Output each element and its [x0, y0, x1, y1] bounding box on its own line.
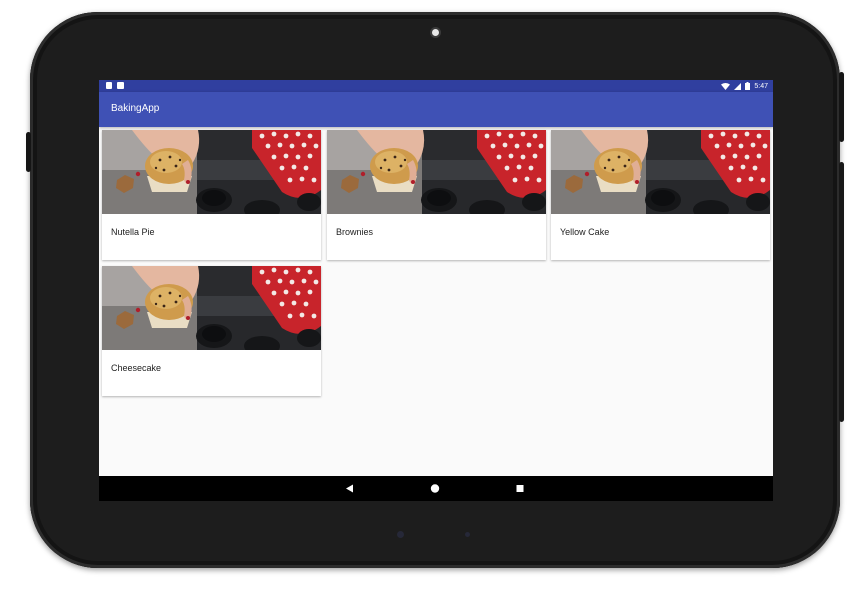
status-right-icons: 5:47	[721, 81, 768, 91]
recipe-image	[102, 266, 321, 350]
recipe-image	[327, 130, 546, 214]
navigation-bar	[99, 476, 773, 501]
sensor-left	[397, 531, 404, 538]
volume-button	[26, 132, 31, 172]
status-bar: 5:47	[99, 80, 773, 92]
recipe-card[interactable]: Yellow Cake	[551, 130, 770, 260]
status-time: 5:47	[754, 82, 768, 90]
sensor-right	[465, 532, 470, 537]
recipe-name: Cheesecake	[111, 363, 162, 373]
front-camera	[432, 29, 439, 36]
recipe-card[interactable]: Brownies	[327, 130, 546, 260]
muffin-photo	[551, 130, 770, 214]
recipe-name: Yellow Cake	[560, 227, 610, 237]
battery-icon	[745, 82, 751, 90]
muffin-photo	[327, 130, 546, 214]
recipe-card[interactable]: Cheesecake	[102, 266, 321, 396]
app-title: BakingApp	[111, 103, 160, 114]
recipe-name: Brownies	[336, 227, 374, 237]
muffin-photo	[102, 266, 321, 350]
recipe-image	[551, 130, 770, 214]
home-icon	[430, 484, 440, 493]
sd-card-icon	[106, 82, 112, 89]
back-icon	[346, 484, 353, 493]
side-grip	[839, 162, 844, 422]
recipe-card[interactable]: Nutella Pie	[102, 130, 321, 260]
cell-signal-icon	[734, 82, 742, 90]
status-left-icons	[106, 82, 124, 89]
muffin-photo	[102, 130, 321, 214]
side-button	[839, 72, 844, 142]
recents-button[interactable]	[505, 476, 535, 501]
recipe-name: Nutella Pie	[111, 227, 155, 237]
recents-icon	[516, 485, 524, 492]
home-button[interactable]	[420, 476, 450, 501]
screen: 5:47 BakingApp Nutella Pie Brownies Yell…	[99, 80, 773, 501]
wifi-icon	[721, 82, 731, 90]
recipe-image	[102, 130, 321, 214]
app-bar: BakingApp	[99, 92, 773, 127]
back-button[interactable]	[335, 476, 365, 501]
notification-icon	[117, 82, 124, 89]
